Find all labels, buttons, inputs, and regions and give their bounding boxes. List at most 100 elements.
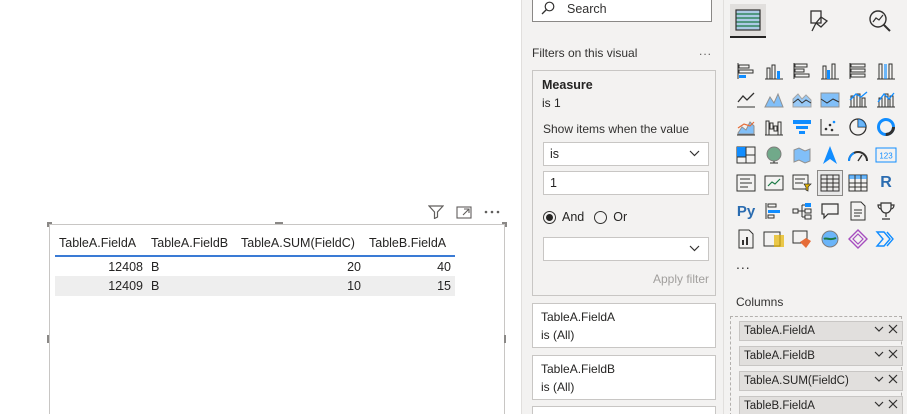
resize-handle-left[interactable] [47, 335, 49, 343]
chevron-down-icon [689, 242, 700, 257]
waterfall-chart-icon[interactable] [733, 114, 759, 140]
arcgis-map-icon[interactable] [817, 226, 843, 252]
column-header[interactable]: TableB.FieldA [365, 230, 455, 257]
field-chip-label: TableA.FieldB [744, 350, 815, 362]
filter-card-summary: is 1 [542, 96, 561, 110]
filter-card-tablea-fieldb[interactable]: TableA.FieldB is (All) [532, 355, 716, 400]
stacked-column-100-icon[interactable] [873, 58, 899, 84]
clustered-bar-chart-icon[interactable] [789, 58, 815, 84]
field-chip-label: TableA.SUM(FieldC) [744, 375, 849, 387]
chevron-down-icon [874, 401, 884, 407]
more-options-icon[interactable] [482, 203, 502, 221]
table-cell: 12409 [55, 276, 147, 296]
multi-row-card-icon[interactable] [733, 170, 759, 196]
filter-card-measure[interactable]: Measure is 1 Show items when the value i… [532, 70, 716, 296]
filters-more-button[interactable]: ... [699, 44, 712, 58]
scatter-chart-icon[interactable] [817, 114, 843, 140]
table-visual-icon[interactable] [817, 170, 843, 196]
python-visual-icon[interactable]: Py [733, 198, 759, 224]
azure-map-icon[interactable] [817, 142, 843, 168]
slicer-icon[interactable] [789, 170, 815, 196]
filter-card-next[interactable] [532, 406, 716, 414]
map-icon[interactable] [761, 142, 787, 168]
search-placeholder: Search [567, 2, 607, 16]
columns-well-label: Columns [736, 295, 784, 309]
card-icon[interactable]: 123 [873, 142, 899, 168]
filter-card-summary: is (All) [541, 380, 575, 394]
key-influencers-icon[interactable] [761, 198, 787, 224]
area-chart-icon[interactable] [761, 86, 787, 112]
decomposition-tree-icon[interactable] [789, 198, 815, 224]
card-icon-number: 123 [879, 152, 893, 161]
filters-section-title: Filters on this visual [532, 46, 638, 60]
stacked-bar-100-icon[interactable] [845, 58, 871, 84]
and-radio[interactable] [543, 210, 556, 224]
field-chip[interactable]: TableA.FieldA [739, 321, 903, 341]
apply-filter-button[interactable]: Apply filter [653, 272, 709, 286]
stacked-bar-chart-icon[interactable] [733, 58, 759, 84]
power-automate-icon[interactable] [789, 226, 815, 252]
stacked-area-chart-icon[interactable] [789, 86, 815, 112]
chevron-flow-icon[interactable] [873, 226, 899, 252]
chevron-down-icon [689, 147, 700, 162]
line-clustered-column-icon[interactable] [817, 86, 843, 112]
kpi-icon[interactable] [761, 170, 787, 196]
viz-tabs [724, 0, 907, 42]
resize-handle-top-right[interactable] [502, 222, 507, 227]
table-cell: 12408 [108, 259, 143, 274]
table-row[interactable]: 12409 B 10 15 [55, 276, 455, 296]
funnel-chart-icon[interactable] [789, 114, 815, 140]
or-radio[interactable] [594, 210, 608, 224]
field-chip[interactable]: TableA.SUM(FieldC) [739, 371, 903, 391]
tab-build-visual[interactable] [730, 4, 766, 38]
search-icon [541, 1, 555, 18]
column-header[interactable]: TableA.FieldA [55, 230, 147, 257]
more-visuals-button[interactable]: ... [736, 256, 751, 272]
clustered-column-chart-icon[interactable] [817, 58, 843, 84]
pie-chart-icon[interactable] [845, 114, 871, 140]
field-chip[interactable]: TableA.FieldB [739, 346, 903, 366]
qna-icon[interactable] [817, 198, 843, 224]
treemap-icon[interactable] [733, 142, 759, 168]
ribbon-chart-icon[interactable] [873, 86, 899, 112]
chip-options [874, 349, 898, 362]
line-chart-icon[interactable] [733, 86, 759, 112]
show-items-label: Show items when the value [543, 122, 690, 136]
filter-search-input[interactable]: Search [532, 0, 712, 22]
visual-type-gallery: 123 R Py [733, 58, 901, 254]
r-visual-icon[interactable]: R [873, 170, 899, 196]
focus-mode-icon[interactable] [454, 203, 474, 221]
diamond-visual-icon[interactable] [845, 226, 871, 252]
filter-value-input[interactable]: 1 [543, 171, 709, 195]
operator-dropdown[interactable]: is [543, 142, 709, 166]
report-canvas: TableA.FieldA TableA.FieldB TableA.SUM(F… [0, 0, 521, 414]
donut-chart-icon[interactable] [873, 114, 899, 140]
matrix-icon[interactable] [845, 170, 871, 196]
line-stacked-column-icon[interactable] [845, 86, 871, 112]
funnel-waterfall-icon[interactable] [761, 114, 787, 140]
table-cell: 40 [437, 259, 451, 274]
field-chip[interactable]: TableB.FieldA [739, 396, 903, 414]
column-header[interactable]: TableA.FieldB [147, 230, 237, 257]
field-chip-label: TableA.FieldA [744, 325, 815, 337]
resize-handle-top-left[interactable] [47, 222, 52, 227]
chevron-down-icon [874, 326, 884, 332]
resize-handle-right[interactable] [504, 335, 506, 343]
smart-narrative-icon[interactable] [845, 198, 871, 224]
gauge-icon[interactable] [845, 142, 871, 168]
filter-icon[interactable] [426, 203, 446, 221]
tab-analytics[interactable] [862, 4, 898, 38]
columns-field-well: TableA.FieldA TableA.FieldB TableA.SUM(F… [730, 316, 903, 414]
filled-map-icon[interactable] [789, 142, 815, 168]
table-cell: 20 [347, 259, 361, 274]
power-apps-icon[interactable] [761, 226, 787, 252]
filter-card-tablea-fielda[interactable]: TableA.FieldA is (All) [532, 303, 716, 348]
second-operator-dropdown[interactable] [543, 237, 709, 261]
tab-format-visual[interactable] [800, 4, 836, 38]
goals-trophy-icon[interactable] [873, 198, 899, 224]
paginated-report-icon[interactable] [733, 226, 759, 252]
stacked-column-chart-icon[interactable] [761, 58, 787, 84]
table-row[interactable]: 12408 B 20 40 [55, 256, 455, 276]
resize-handle-top[interactable] [275, 222, 283, 224]
column-header[interactable]: TableA.SUM(FieldC) [237, 230, 365, 257]
